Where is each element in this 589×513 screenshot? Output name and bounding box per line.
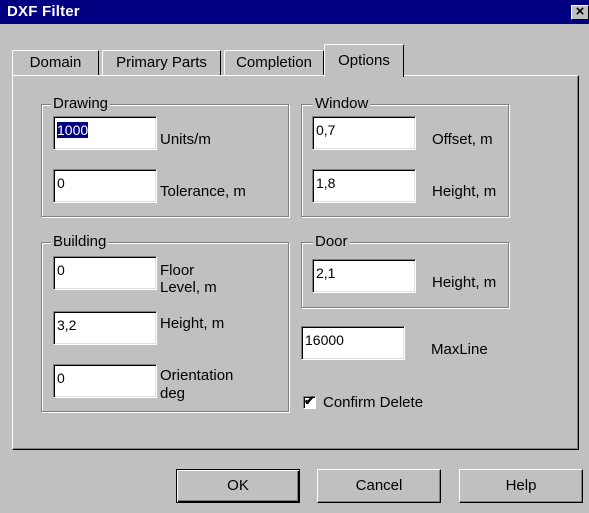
window-height-input[interactable]: 1,8 bbox=[312, 169, 416, 203]
tab-options[interactable]: Options bbox=[324, 44, 404, 79]
drawing-legend: Drawing bbox=[51, 95, 111, 112]
window-offset-input[interactable]: 0,7 bbox=[312, 116, 416, 150]
checkmark-icon: ✔ bbox=[304, 393, 315, 408]
ok-button[interactable]: OK bbox=[176, 469, 300, 503]
floor-label-line1: Floor bbox=[160, 262, 195, 279]
confirm-delete-checkbox[interactable]: ✔ bbox=[303, 393, 316, 409]
tab-completion[interactable]: Completion bbox=[224, 50, 324, 76]
orientation-label-line1: Orientation bbox=[160, 367, 234, 384]
window-legend: Window bbox=[313, 95, 371, 112]
door-height-input[interactable]: 2,1 bbox=[312, 259, 416, 293]
tab-domain[interactable]: Domain bbox=[12, 50, 99, 76]
building-height-input[interactable]: 3,2 bbox=[53, 311, 157, 345]
orientation-label-line2: deg bbox=[160, 385, 186, 402]
tab-primary-parts[interactable]: Primary Parts bbox=[102, 50, 221, 76]
cancel-button[interactable]: Cancel bbox=[317, 469, 441, 503]
floor-label-line2: Level, m bbox=[160, 279, 217, 296]
tolerance-input[interactable]: 0 bbox=[53, 169, 157, 203]
building-height-label: Height, m bbox=[160, 315, 225, 332]
title-bar: DXF Filter × bbox=[0, 0, 589, 24]
window-offset-label: Offset, m bbox=[432, 131, 493, 148]
door-legend: Door bbox=[313, 233, 350, 250]
help-button[interactable]: Help bbox=[459, 469, 583, 503]
close-icon: × bbox=[575, 3, 585, 20]
door-height-label: Height, m bbox=[432, 274, 497, 291]
floor-level-input[interactable]: 0 bbox=[53, 256, 157, 290]
confirm-delete-label[interactable]: Confirm Delete bbox=[323, 394, 423, 412]
units-label: Units/m bbox=[160, 131, 211, 148]
window-height-label: Height, m bbox=[432, 183, 497, 200]
window-title: DXF Filter bbox=[7, 3, 80, 20]
orientation-input[interactable]: 0 bbox=[53, 364, 157, 398]
maxline-label: MaxLine bbox=[431, 341, 488, 358]
close-button[interactable]: × bbox=[571, 3, 589, 20]
tolerance-label: Tolerance, m bbox=[160, 183, 246, 200]
units-per-meter-input[interactable]: 1000 bbox=[53, 116, 157, 150]
building-legend: Building bbox=[51, 233, 109, 250]
maxline-input[interactable]: 16000 bbox=[301, 326, 405, 360]
